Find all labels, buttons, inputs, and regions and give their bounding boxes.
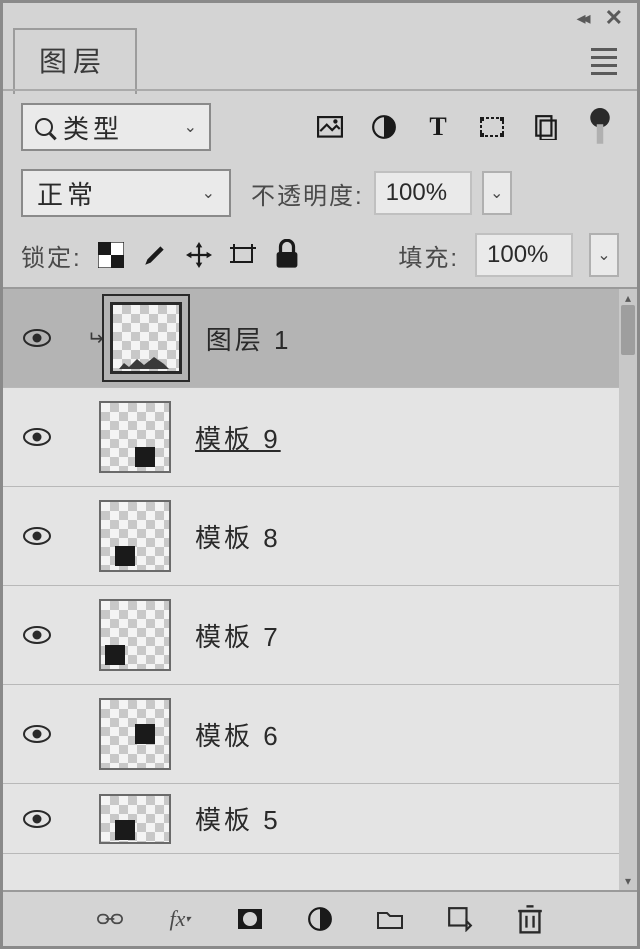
layer-item[interactable]: 模板 7 (3, 586, 637, 685)
lock-pixels-icon[interactable] (142, 244, 168, 266)
layer-name-label[interactable]: 模板 9 (195, 419, 281, 456)
filter-row: 类型 ⌄ T (3, 89, 637, 161)
shape-filter-icon[interactable] (479, 116, 505, 138)
layer-item[interactable]: 模板 8 (3, 487, 637, 586)
opacity-label: 不透明度: (251, 176, 364, 211)
layer-name-label[interactable]: 模板 5 (195, 800, 281, 837)
visibility-toggle[interactable] (15, 809, 59, 829)
adjustment-layer-icon[interactable] (307, 908, 333, 930)
layer-thumbnail[interactable] (99, 599, 171, 671)
visibility-toggle[interactable] (15, 427, 59, 447)
opacity-input[interactable]: 100% (374, 171, 472, 215)
blend-mode-select[interactable]: 正常 ⌄ (21, 169, 231, 217)
opacity-chevron[interactable]: ⌄ (482, 171, 512, 215)
close-icon[interactable]: ✕ (605, 5, 623, 31)
filter-label: 类型 (63, 109, 184, 146)
visibility-toggle[interactable] (15, 724, 59, 744)
layer-list: ↵ 图层 1 模板 9 模板 8 模板 7 模板 6 (3, 289, 637, 890)
panel-tabs: 图层 (3, 33, 637, 89)
layer-thumbnail[interactable] (99, 401, 171, 473)
chevron-down-icon: ⌄ (202, 183, 215, 203)
smart-filter-icon[interactable] (533, 116, 559, 138)
lock-row: 锁定: 填充: 100% ⌄ (3, 225, 637, 289)
layer-name-label[interactable]: 图层 1 (206, 320, 292, 357)
layers-panel: ◂◂ ✕ 图层 类型 ⌄ T 正常 ⌄ 不透明度: 100% ⌄ (0, 0, 640, 949)
type-filter-icon[interactable]: T (425, 116, 451, 138)
new-group-icon[interactable] (377, 908, 403, 930)
lock-position-icon[interactable] (186, 244, 212, 266)
lock-all-icon[interactable] (274, 244, 300, 266)
scrollbar[interactable]: ▴ ▾ (619, 289, 637, 890)
fill-label: 填充: (398, 238, 459, 273)
tab-label: 图层 (39, 46, 107, 77)
layer-thumbnail[interactable] (99, 500, 171, 572)
blend-row: 正常 ⌄ 不透明度: 100% ⌄ (3, 161, 637, 225)
pixel-filter-icon[interactable] (317, 116, 343, 138)
search-icon (35, 118, 53, 136)
lock-artboard-icon[interactable] (230, 244, 256, 266)
visibility-toggle[interactable] (15, 526, 59, 546)
panel-menu-icon[interactable] (591, 48, 617, 75)
adjustment-filter-icon[interactable] (371, 116, 397, 138)
layer-style-icon[interactable]: fx▾ (167, 908, 193, 930)
layer-item[interactable]: 模板 6 (3, 685, 637, 784)
new-layer-icon[interactable] (447, 908, 473, 930)
layer-name-label[interactable]: 模板 8 (195, 518, 281, 555)
layer-item[interactable]: ↵ 图层 1 (3, 289, 637, 388)
filter-toggle-icon[interactable] (587, 116, 613, 138)
lock-transparency-icon[interactable] (98, 244, 124, 266)
layer-name-label[interactable]: 模板 7 (195, 617, 281, 654)
chevron-down-icon: ⌄ (184, 117, 197, 137)
layer-item[interactable]: 模板 5 (3, 784, 637, 854)
visibility-toggle[interactable] (15, 328, 59, 348)
layer-actions-bar: fx▾ (3, 890, 637, 946)
visibility-toggle[interactable] (15, 625, 59, 645)
filter-type-select[interactable]: 类型 ⌄ (21, 103, 211, 151)
layer-thumbnail[interactable] (99, 698, 171, 770)
layer-thumbnail[interactable] (110, 302, 182, 374)
fill-chevron[interactable]: ⌄ (589, 233, 619, 277)
blend-mode-label: 正常 (37, 175, 202, 212)
layer-thumbnail[interactable] (99, 794, 171, 844)
layer-item[interactable]: 模板 9 (3, 388, 637, 487)
tab-layers[interactable]: 图层 (13, 28, 137, 94)
fill-input[interactable]: 100% (475, 233, 573, 277)
lock-label: 锁定: (21, 238, 82, 273)
collapse-icon[interactable]: ◂◂ (576, 8, 586, 29)
clip-indicator-icon: ↵ (87, 326, 104, 351)
delete-layer-icon[interactable] (517, 908, 543, 930)
link-layers-icon[interactable] (97, 908, 123, 930)
layer-mask-icon[interactable] (237, 908, 263, 930)
layer-name-label[interactable]: 模板 6 (195, 716, 281, 753)
